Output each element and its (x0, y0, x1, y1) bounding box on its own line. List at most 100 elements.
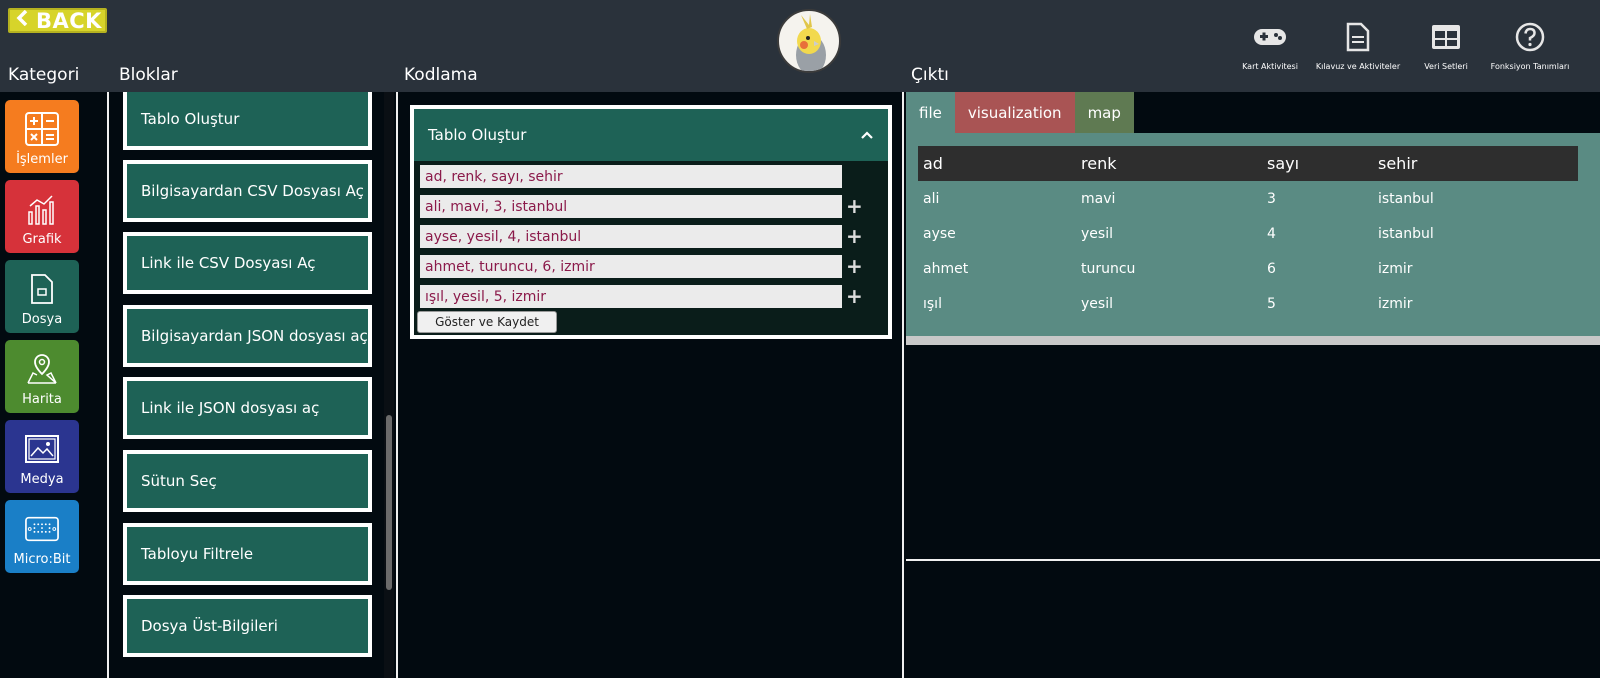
category-islemler[interactable]: İşlemler (5, 100, 79, 173)
microbit-icon (25, 512, 59, 546)
blocks-scrollbar-track[interactable] (384, 92, 394, 678)
table-header-cell: sehir (1373, 146, 1578, 181)
bloklar-title: Bloklar (119, 65, 178, 85)
table-cell: istanbul (1378, 190, 1434, 207)
code-row-input[interactable]: ad, renk, sayı, sehir (420, 165, 842, 188)
category-label: Dosya (21, 312, 63, 327)
block-csv-link[interactable]: Link ile CSV Dosyası Aç (123, 232, 372, 294)
kilavuz-label: Kılavuz ve Aktiviteler (1315, 62, 1401, 71)
block-tabloyu-filtrele[interactable]: Tabloyu Filtrele (123, 523, 372, 585)
image-icon (25, 432, 59, 466)
block-json-bilgisayar[interactable]: Bilgisayardan JSON dosyası aç (123, 305, 372, 367)
category-label: İşlemler (16, 152, 68, 167)
code-block-title: Tablo Oluştur (428, 126, 527, 144)
block-sutun-sec[interactable]: Sütun Seç (123, 450, 372, 512)
category-dosya[interactable]: Dosya (5, 260, 79, 333)
kodlama-title: Kodlama (404, 65, 478, 85)
top-bar: BACK Kategori Bloklar Kodlama Çıktı Kart… (0, 0, 1600, 92)
table-header-row: ad renk sayı sehir (918, 146, 1578, 181)
category-harita[interactable]: Harita (5, 340, 79, 413)
table-cell: 6 (1267, 260, 1276, 277)
document-icon (1341, 20, 1375, 54)
output-divider (906, 559, 1600, 561)
veri-setleri-button[interactable]: Veri Setleri (1401, 20, 1491, 71)
table-cell: 3 (1267, 190, 1276, 207)
tab-map[interactable]: map (1074, 92, 1134, 133)
table-cell: turuncu (1081, 260, 1136, 277)
table-cell: izmir (1378, 260, 1413, 277)
table-cell: yesil (1081, 225, 1113, 242)
file-icon (25, 272, 59, 306)
back-button[interactable]: BACK (8, 8, 107, 33)
table-cell: yesil (1081, 295, 1113, 312)
category-medya[interactable]: Medya (5, 420, 79, 493)
kategori-title: Kategori (8, 65, 80, 85)
table-header-cell: ad (918, 146, 1076, 181)
chart-icon (25, 192, 59, 226)
table-cell: izmir (1378, 295, 1413, 312)
code-row-input[interactable]: ali, mavi, 3, istanbul (420, 195, 842, 218)
table-row: ahmet turuncu 6 izmir (918, 251, 1578, 286)
tab-file[interactable]: file (906, 92, 955, 133)
code-row-input[interactable]: ayse, yesil, 4, istanbul (420, 225, 842, 248)
category-grafik[interactable]: Grafik (5, 180, 79, 253)
blocks-column: Tablo Oluştur Bilgisayardan CSV Dosyası … (111, 92, 398, 678)
table-header-cell: sayı (1262, 146, 1373, 181)
add-row-icon[interactable]: + (846, 194, 863, 218)
fonksiyon-button[interactable]: Fonksiyon Tanımları (1485, 20, 1575, 71)
kilavuz-button[interactable]: Kılavuz ve Aktiviteler (1313, 20, 1403, 71)
cockatiel-logo[interactable] (777, 9, 841, 73)
chevron-left-icon (16, 9, 28, 31)
block-tablo-olustur[interactable]: Tablo Oluştur (123, 92, 372, 150)
help-icon (1513, 20, 1547, 54)
table-cell: 5 (1267, 295, 1276, 312)
block-json-link[interactable]: Link ile JSON dosyası aç (123, 377, 372, 439)
block-csv-bilgisayar[interactable]: Bilgisayardan CSV Dosyası Aç (123, 160, 372, 222)
output-column: file visualization map ad renk sayı sehi… (906, 92, 1600, 678)
output-table: ad renk sayı sehir ali mavi 3 istanbul a… (918, 146, 1578, 321)
block-dosya-ust-bilgileri[interactable]: Dosya Üst-Bilgileri (123, 595, 372, 657)
fonksiyon-label: Fonksiyon Tanımları (1490, 62, 1570, 71)
table-cell: ayse (923, 225, 956, 242)
tab-visualization[interactable]: visualization (954, 92, 1075, 133)
map-icon (25, 352, 59, 386)
goster-ve-kaydet-button[interactable]: Göster ve Kaydet (417, 311, 557, 333)
calculator-icon (25, 112, 59, 146)
table-row: ayse yesil 4 istanbul (918, 216, 1578, 251)
veri-setleri-label: Veri Setleri (1424, 62, 1468, 71)
table-cell: ışıl (923, 295, 942, 312)
table-cell: ali (923, 190, 940, 207)
table-row: ali mavi 3 istanbul (918, 181, 1578, 216)
kart-aktivitesi-label: Kart Aktivitesi (1242, 62, 1298, 71)
chevron-up-icon[interactable] (860, 126, 874, 144)
cikti-title: Çıktı (911, 65, 949, 85)
table-header-cell: renk (1076, 146, 1262, 181)
output-tabs: file visualization map (906, 92, 1134, 133)
category-label: Micro:Bit (13, 552, 71, 567)
output-horizontal-scrollbar[interactable] (906, 336, 1600, 345)
blocks-scrollbar-thumb[interactable] (386, 415, 392, 590)
category-column: İşlemler Grafik Dosya Harita Medya Micro… (0, 92, 109, 678)
add-row-icon[interactable]: + (846, 284, 863, 308)
table-cell: 4 (1267, 225, 1276, 242)
code-row-input[interactable]: ahmet, turuncu, 6, izmir (420, 255, 842, 278)
add-row-icon[interactable]: + (846, 224, 863, 248)
table-cell: ahmet (923, 260, 969, 277)
output-table-panel: ad renk sayı sehir ali mavi 3 istanbul a… (906, 133, 1600, 336)
code-row-input[interactable]: ışıl, yesil, 5, izmir (420, 285, 842, 308)
gamepad-icon (1253, 20, 1287, 54)
table-cell: mavi (1081, 190, 1116, 207)
category-label: Grafik (22, 232, 62, 247)
add-row-icon[interactable]: + (846, 254, 863, 278)
category-label: Medya (20, 472, 64, 487)
back-label: BACK (36, 8, 102, 33)
table-row: ışıl yesil 5 izmir (918, 286, 1578, 321)
table-icon (1429, 20, 1463, 54)
category-microbit[interactable]: Micro:Bit (5, 500, 79, 573)
code-block-header[interactable]: Tablo Oluştur (414, 109, 888, 161)
table-cell: istanbul (1378, 225, 1434, 242)
code-block-tablo-olustur[interactable]: Tablo Oluştur ad, renk, sayı, sehir ali,… (410, 105, 892, 339)
coding-column: Tablo Oluştur ad, renk, sayı, sehir ali,… (396, 92, 904, 678)
kart-aktivitesi-button[interactable]: Kart Aktivitesi (1225, 20, 1315, 71)
category-label: Harita (22, 392, 62, 407)
